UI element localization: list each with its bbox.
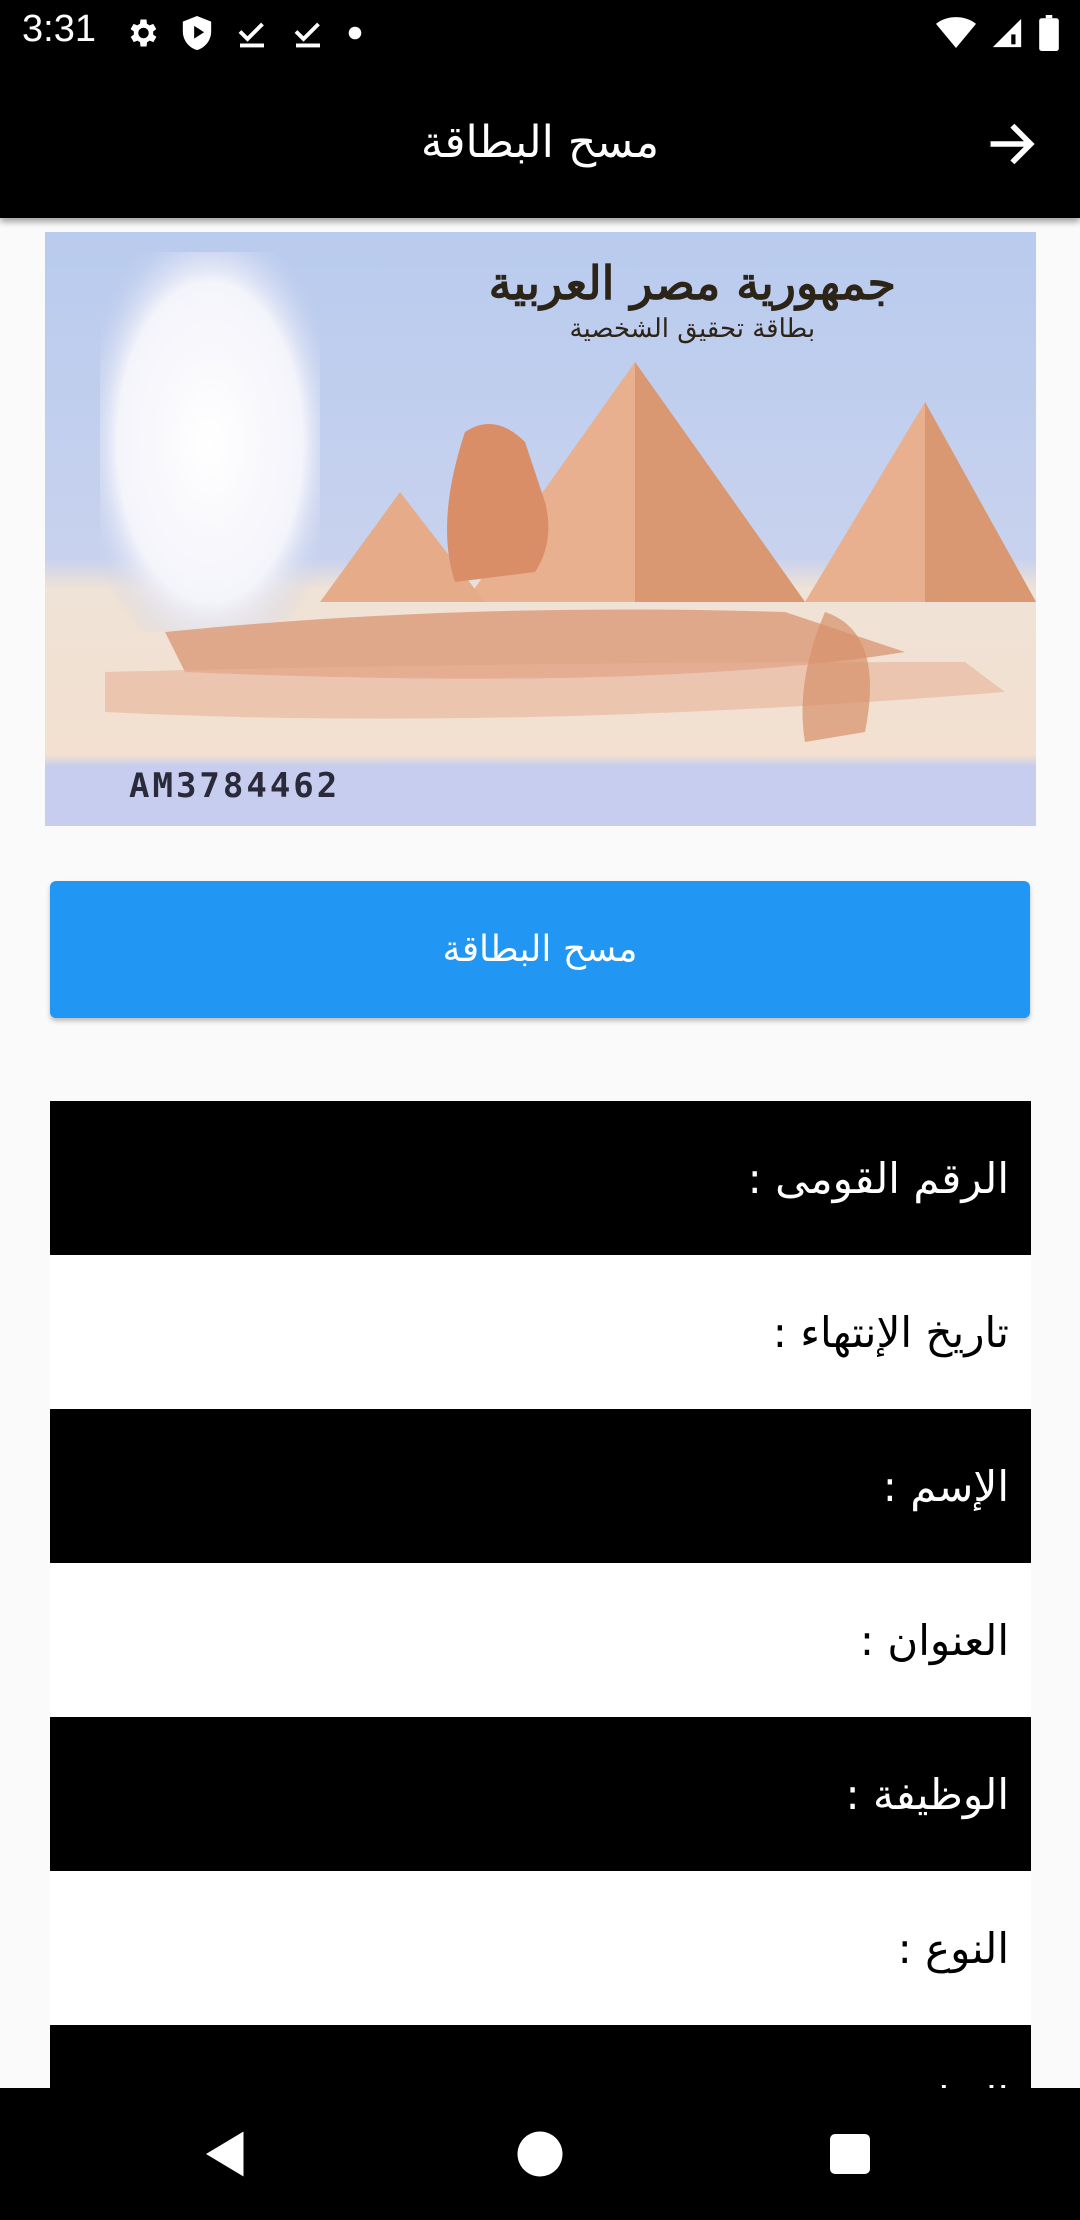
gear-icon <box>130 19 157 47</box>
field-label-address: العنوان : <box>859 1615 1009 1665</box>
id-card-image: جمهورية مصر العربية بطاقة تحقيق الشخصية … <box>45 232 1036 826</box>
wifi-icon <box>936 17 976 48</box>
shield-icon <box>182 16 212 50</box>
recents-square-icon[interactable] <box>820 2124 880 2184</box>
home-circle-icon[interactable] <box>510 2124 570 2184</box>
field-label-name: الإسم : <box>882 1461 1009 1511</box>
dot-icon <box>348 26 362 40</box>
field-row-job: الوظيفة : <box>50 1717 1031 1871</box>
field-row-gender: النوع : <box>50 1871 1031 2025</box>
field-label-national-id: الرقم القومى : <box>747 1153 1009 1203</box>
app-bar: مسح البطاقة <box>0 66 1080 218</box>
download-done-icon <box>294 22 320 48</box>
info-list: الرقم القومى : تاريخ الإنتهاء : الإسم : … <box>50 1101 1031 2179</box>
cell-signal-icon <box>992 18 1022 48</box>
id-card-header: جمهورية مصر العربية بطاقة تحقيق الشخصية <box>489 256 896 344</box>
field-label-expiry-date: تاريخ الإنتهاء : <box>772 1307 1009 1357</box>
scan-card-button[interactable]: مسح البطاقة <box>50 881 1030 1018</box>
field-label-gender: النوع : <box>897 1923 1009 1973</box>
id-card-header-line1: جمهورية مصر العربية <box>488 256 896 310</box>
field-label-job: الوظيفة : <box>845 1769 1009 1819</box>
status-time: 3:31 <box>22 8 96 50</box>
page-title: مسح البطاقة <box>420 116 660 168</box>
arrow-forward-icon[interactable] <box>984 116 1040 172</box>
id-card-header-line2: بطاقة تحقيق الشخصية <box>569 314 816 344</box>
id-card-serial-number: AM3784462 <box>129 766 341 806</box>
status-icons-left <box>124 12 364 54</box>
back-triangle-icon[interactable] <box>196 2124 256 2184</box>
field-row-address: العنوان : <box>50 1563 1031 1717</box>
status-bar: 3:31 <box>0 0 1080 66</box>
field-row-national-id: الرقم القومى : <box>50 1101 1031 1255</box>
system-nav-bar <box>0 2088 1080 2220</box>
status-icons-right <box>936 12 1060 54</box>
battery-icon <box>1039 15 1059 51</box>
download-done-icon <box>238 22 264 48</box>
field-row-name: الإسم : <box>50 1409 1031 1563</box>
field-row-expiry-date: تاريخ الإنتهاء : <box>50 1255 1031 1409</box>
